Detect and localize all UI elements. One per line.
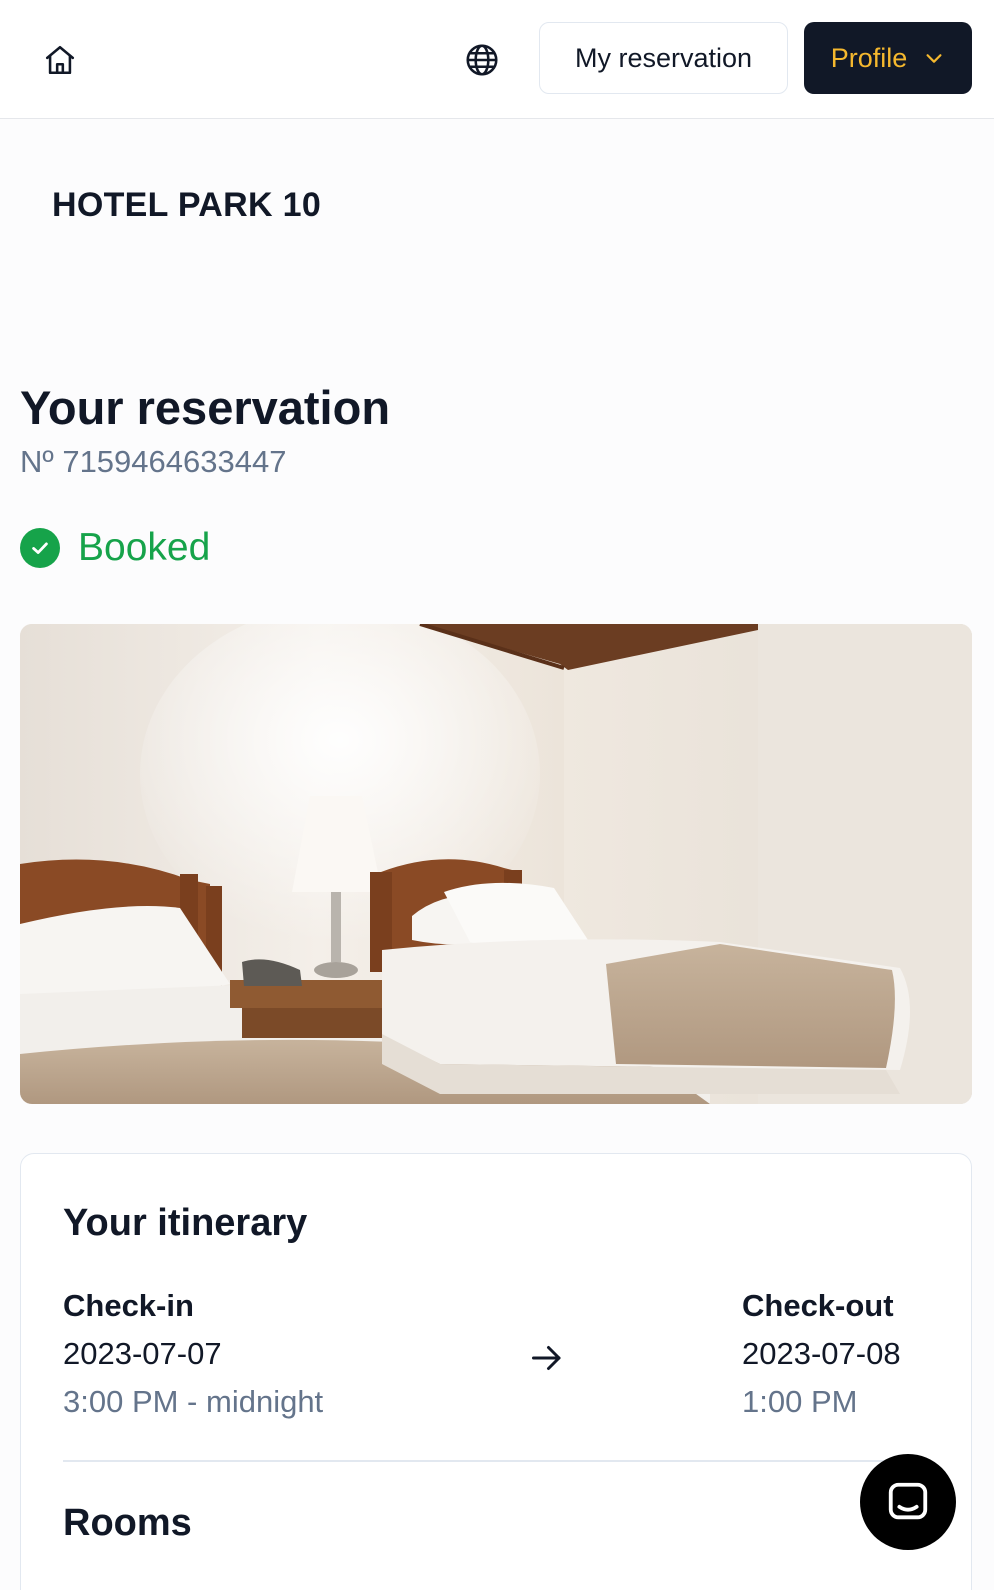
- reservation-number: Nº 7159464633447: [20, 444, 287, 479]
- chat-icon: [888, 1482, 928, 1520]
- my-reservation-button[interactable]: My reservation: [539, 22, 788, 94]
- check-in-label: Check-in: [63, 1288, 194, 1323]
- check-out-time: 1:00 PM: [742, 1384, 858, 1419]
- language-button[interactable]: [458, 36, 506, 84]
- room-photo: [20, 624, 972, 1104]
- check-in-block: Check-in 2023-07-07 3:00 PM - midnight: [63, 1288, 323, 1424]
- reservation-title: Your reservation: [20, 381, 391, 434]
- reservation-status: Booked: [20, 526, 211, 569]
- chat-button[interactable]: [860, 1454, 956, 1550]
- itinerary-divider: [63, 1460, 931, 1462]
- profile-label: Profile: [830, 42, 908, 73]
- top-navigation-bar: My reservation Profile: [0, 0, 994, 119]
- reservation-page: My reservation Profile HOTEL PARK 10 You…: [0, 0, 994, 1590]
- arrow-right-icon: [532, 1346, 561, 1370]
- check-out-block: Check-out 2023-07-08 1:00 PM: [742, 1288, 901, 1424]
- chevron-down-icon: [926, 54, 942, 63]
- home-icon: [45, 45, 75, 75]
- status-label: Booked: [78, 526, 211, 569]
- check-in-time: 3:00 PM - midnight: [63, 1384, 324, 1419]
- my-reservation-label: My reservation: [574, 42, 753, 73]
- globe-icon: [466, 44, 498, 76]
- profile-menu-button[interactable]: Profile: [804, 22, 972, 94]
- check-out-label: Check-out: [742, 1288, 894, 1323]
- rooms-title: Rooms: [63, 1502, 192, 1544]
- check-in-date: 2023-07-07: [63, 1336, 222, 1371]
- check-circle-icon: [20, 528, 60, 568]
- itinerary-card: Your itinerary Check-in 2023-07-07 3:00 …: [20, 1153, 972, 1590]
- home-button[interactable]: [36, 36, 84, 84]
- check-out-date: 2023-07-08: [742, 1336, 901, 1371]
- itinerary-title: Your itinerary: [63, 1202, 308, 1244]
- hotel-name: HOTEL PARK 10: [52, 186, 322, 224]
